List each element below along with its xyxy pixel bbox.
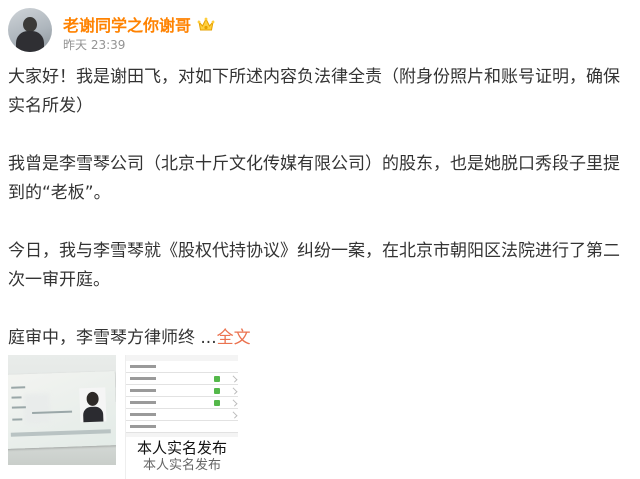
id-portrait xyxy=(79,387,107,423)
full-text-link[interactable]: 全文 xyxy=(217,328,251,348)
caption-line-cut: 本人实名发布 xyxy=(142,458,221,473)
id-card xyxy=(8,371,116,449)
account-screenshot[interactable]: 本人实名发布 本人实名发布 xyxy=(125,355,238,479)
crown-icon[interactable] xyxy=(197,17,215,33)
screenshot-caption: 本人实名发布 本人实名发布 xyxy=(126,437,238,479)
author-name[interactable]: 老谢同学之你谢哥 xyxy=(63,16,191,35)
id-card-photo[interactable] xyxy=(8,355,116,465)
post-paragraph: 大家好！我是谢田飞，对如下所述内容负法律全责（附身份照片和账号证明，确保实名所发… xyxy=(8,67,620,116)
author-name-wrap: 老谢同学之你谢哥 xyxy=(63,12,215,36)
truncated-text: 庭审中，李雪琴方律师终 ... xyxy=(8,328,217,348)
caption-line: 本人实名发布 xyxy=(136,439,227,457)
post-content: 大家好！我是谢田飞，对如下所述内容负法律全责（附身份照片和账号证明，确保实名所发… xyxy=(8,63,633,353)
post-paragraph-truncated: 庭审中，李雪琴方律师终 ...全文 xyxy=(8,324,633,353)
post-paragraph: 我曾是李雪琴公司（北京十斤文化传媒有限公司）的股东，也是她脱口秀段子里提到的“老… xyxy=(8,154,620,203)
avatar[interactable] xyxy=(8,8,52,52)
post-paragraph: 今日，我与李雪琴就《股权代持协议》纠纷一案，在北京市朝阳区法院进行了第二次一审开… xyxy=(8,241,620,290)
post-timestamp[interactable]: 昨天 23:39 xyxy=(63,36,125,53)
